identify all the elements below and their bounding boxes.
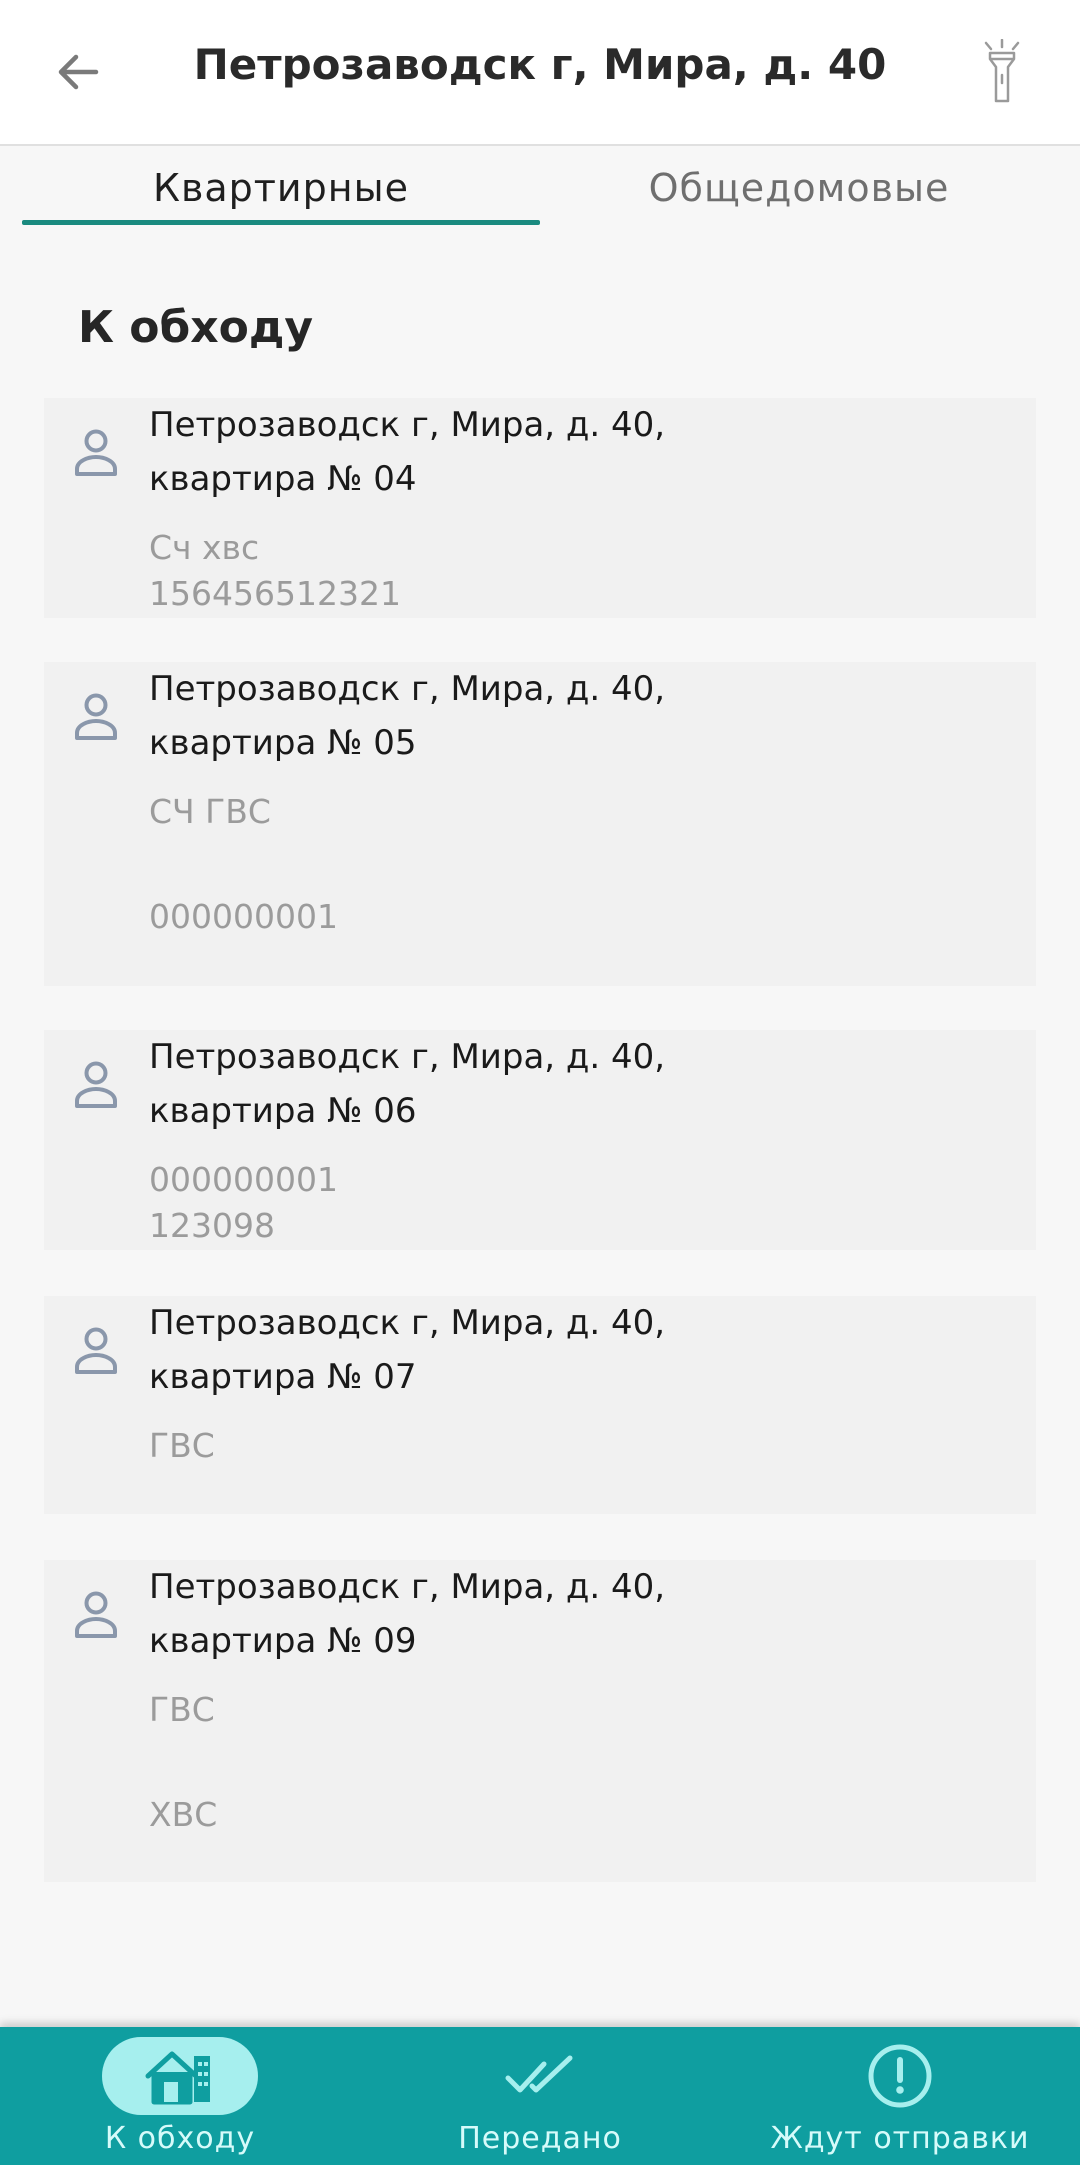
meter-name: Сч хвс [149,528,260,567]
bottom-nav: К обходу Передано Ждут отправки [0,2027,1080,2165]
person-icon [75,1327,117,1374]
list-item[interactable]: Петрозаводск г, Мира, д. 40, квартира № … [44,398,1036,618]
person-icon [75,429,117,476]
person-icon [75,1061,117,1108]
list-item[interactable]: Петрозаводск г, Мира, д. 40, квартира № … [44,1296,1036,1514]
top-bar: Петрозаводск г, Мира, д. 40 [0,0,1080,146]
exclamation-circle-icon [868,2044,932,2108]
nav-active-pill [102,2037,258,2115]
arrow-left-icon [58,54,99,90]
list-item[interactable]: Петрозаводск г, Мира, д. 40, квартира № … [44,1030,1036,1250]
meter-name: ГВС [149,1426,215,1465]
address-line-1: Петрозаводск г, Мира, д. 40, [149,1567,666,1607]
meter-name: 000000001 [149,1160,338,1199]
nav-item-pending[interactable]: Ждут отправки [720,2027,1080,2165]
nav-icon-wrap [462,2037,618,2115]
tab-common-house[interactable]: Общедомовые [540,148,1058,228]
address-line-2: квартира № 07 [149,1357,417,1397]
card-address: Петрозаводск г, Мира, д. 40, квартира № … [149,662,1009,770]
list-item[interactable]: Петрозаводск г, Мира, д. 40, квартира № … [44,662,1036,986]
app-root: Петрозаводск г, Мира, д. 40 Квартирные О… [0,0,1080,2165]
address-line-1: Петрозаводск г, Мира, д. 40, [149,405,666,445]
address-line-2: квартира № 05 [149,723,417,763]
back-button[interactable] [40,34,116,110]
card-address: Петрозаводск г, Мира, д. 40, квартира № … [149,1560,1009,1668]
nav-item-to-visit[interactable]: К обходу [0,2027,360,2165]
tab-active-indicator [22,220,540,225]
tab-bar: Квартирные Общедомовые [0,148,1080,228]
tab-apartment[interactable]: Квартирные [22,148,540,228]
meter-name: ГВС [149,1690,215,1729]
address-line-2: квартира № 09 [149,1621,417,1661]
address-line-1: Петрозаводск г, Мира, д. 40, [149,1037,666,1077]
meter-name: 123098 [149,1206,275,1245]
meter-name: ХВС [149,1795,218,1834]
house-icon [145,2051,210,2105]
person-icon [75,693,117,740]
card-address: Петрозаводск г, Мира, д. 40, квартира № … [149,398,1009,506]
meter-name: 000000001 [149,897,338,936]
meter-name: 156456512321 [149,574,401,613]
section-title: К обходу [78,302,314,353]
page-title: Петрозаводск г, Мира, д. 40 [193,40,887,89]
card-address: Петрозаводск г, Мира, д. 40, квартира № … [149,1296,1009,1404]
address-line-2: квартира № 06 [149,1091,417,1131]
nav-item-sent[interactable]: Передано [360,2027,720,2165]
flashlight-icon [984,39,1020,103]
flashlight-button[interactable] [964,34,1040,110]
person-icon [75,1591,117,1638]
list-item[interactable]: Петрозаводск г, Мира, д. 40, квартира № … [44,1560,1036,1882]
address-line-1: Петрозаводск г, Мира, д. 40, [149,1303,666,1343]
double-check-icon [505,2055,573,2093]
meter-name: СЧ ГВС [149,792,271,831]
nav-label: К обходу [104,2121,256,2156]
address-line-2: квартира № 04 [149,459,417,499]
nav-label: Передано [458,2121,622,2156]
nav-label: Ждут отправки [770,2121,1030,2156]
address-line-1: Петрозаводск г, Мира, д. 40, [149,669,666,709]
card-address: Петрозаводск г, Мира, д. 40, квартира № … [149,1030,1009,1138]
nav-icon-wrap [822,2037,978,2115]
